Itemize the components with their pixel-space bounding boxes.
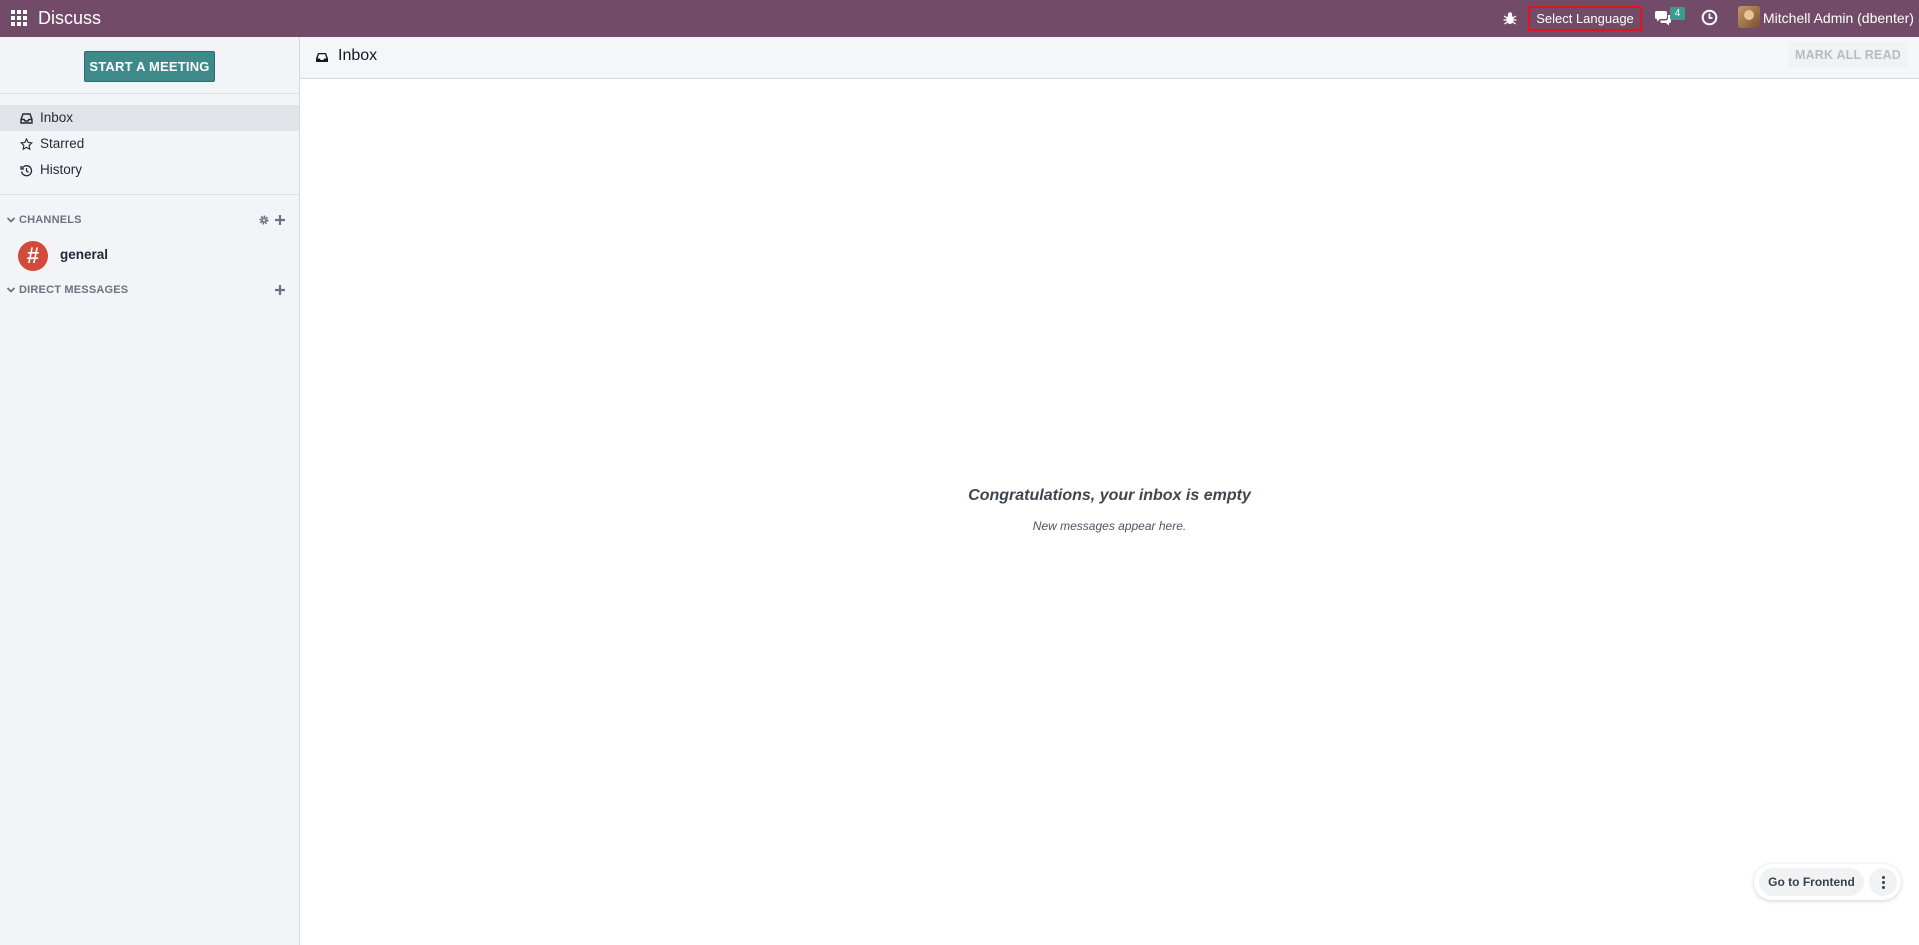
mark-all-read-button[interactable]: MARK ALL READ: [1788, 42, 1908, 68]
direct-messages-category-header[interactable]: DIRECT MESSAGES: [0, 280, 299, 300]
channels-category-header[interactable]: CHANNELS: [0, 210, 299, 230]
channel-name: general: [60, 247, 109, 262]
dot: [1882, 881, 1885, 884]
app-title[interactable]: Discuss: [38, 8, 101, 29]
apps-menu-icon[interactable]: [11, 10, 27, 26]
add-channel-icon[interactable]: [274, 214, 286, 226]
dot: [1882, 876, 1885, 879]
discuss-main-panel: Inbox MARK ALL READ Congratulations, you…: [300, 37, 1919, 945]
dot: [1882, 886, 1885, 889]
frontend-toolbar: Go to Frontend: [1754, 864, 1901, 900]
thread-title: Inbox: [338, 47, 378, 64]
chevron-down-icon: [6, 217, 16, 223]
sidebar-item-history[interactable]: History: [0, 157, 299, 183]
inbox-icon: [316, 53, 328, 62]
sidebar-item-label: Inbox: [40, 110, 74, 125]
gear-icon[interactable]: [258, 214, 270, 226]
empty-inbox-title: Congratulations, your inbox is empty: [968, 487, 1251, 504]
inbox-icon: [20, 113, 33, 124]
discuss-sidebar: START A MEETING Inbox Starred History CH…: [0, 37, 300, 945]
sidebar-item-label: History: [40, 162, 83, 177]
empty-inbox-subtitle: New messages appear here.: [1032, 519, 1187, 533]
chevron-down-icon: [6, 287, 16, 293]
star-icon: [20, 138, 33, 151]
history-icon: [20, 165, 33, 177]
top-navbar: Discuss Select Language 4 Mitchell Admin…: [0, 0, 1919, 37]
clock-icon[interactable]: [1701, 9, 1718, 26]
channel-avatar: #: [18, 241, 48, 271]
start-meeting-button[interactable]: START A MEETING: [84, 51, 215, 82]
sidebar-divider: [0, 93, 299, 94]
chat-count-badge: 4: [1670, 7, 1685, 20]
channels-header-label: CHANNELS: [19, 214, 82, 226]
user-menu[interactable]: Mitchell Admin (dbenter): [1763, 10, 1914, 26]
bug-icon[interactable]: [1502, 10, 1518, 26]
thread-header: Inbox MARK ALL READ: [300, 37, 1919, 79]
sidebar-item-starred[interactable]: Starred: [0, 131, 299, 157]
sidebar-divider: [0, 194, 299, 195]
go-to-frontend-button[interactable]: Go to Frontend: [1759, 868, 1864, 896]
add-direct-message-icon[interactable]: [274, 284, 286, 296]
more-options-button[interactable]: [1869, 868, 1897, 896]
sidebar-item-label: Starred: [40, 136, 85, 151]
user-avatar[interactable]: [1738, 6, 1760, 28]
channel-item-general[interactable]: # general: [0, 237, 299, 273]
direct-messages-header-label: DIRECT MESSAGES: [19, 284, 129, 296]
select-language-button[interactable]: Select Language: [1528, 6, 1642, 31]
sidebar-item-inbox[interactable]: Inbox: [0, 105, 299, 131]
